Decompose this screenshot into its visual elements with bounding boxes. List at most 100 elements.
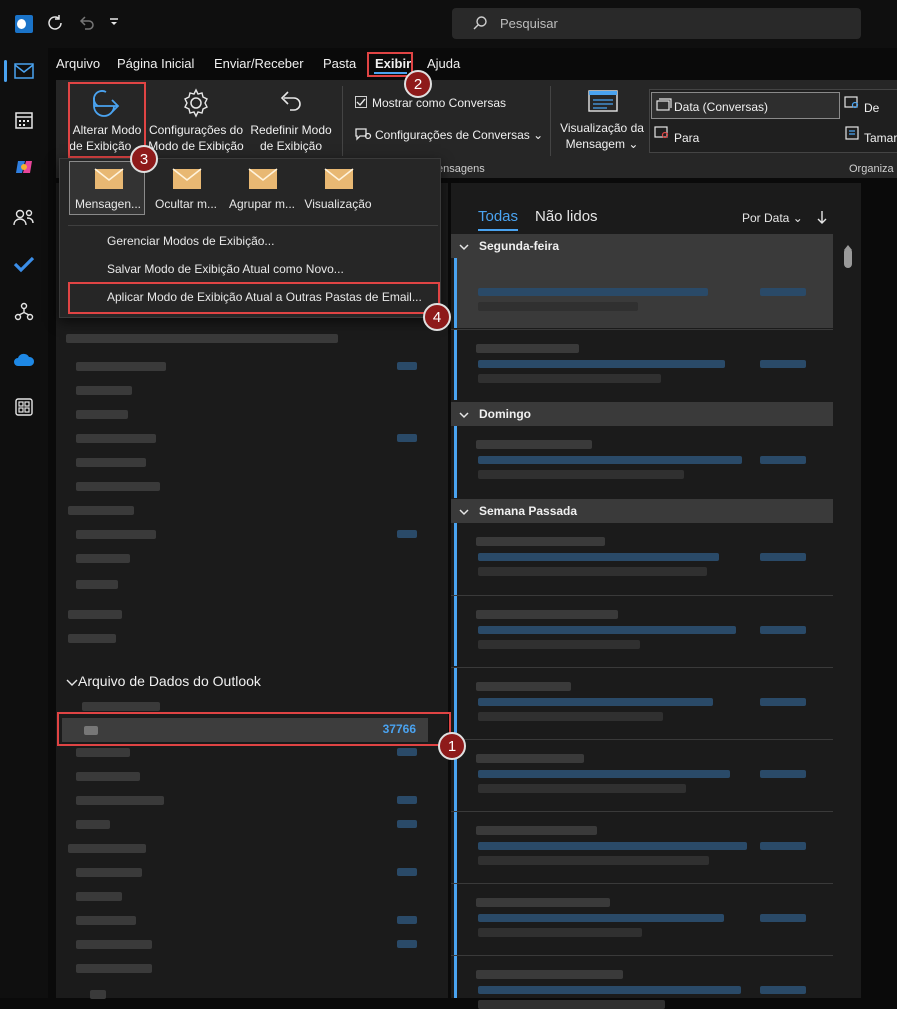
redacted-sender xyxy=(476,272,566,281)
view-option-label[interactable]: Agrupar m... xyxy=(222,197,302,211)
highlight-exibir xyxy=(367,52,413,77)
redacted-preview xyxy=(478,374,661,383)
group-label-sunday: Domingo xyxy=(479,407,531,421)
menu-ajuda[interactable]: Ajuda xyxy=(427,56,460,71)
message-separator xyxy=(451,329,833,330)
redacted-folder-name xyxy=(76,940,152,949)
onedrive-cloud-icon[interactable] xyxy=(12,348,36,372)
sort-by-size-label: Tamar xyxy=(864,131,897,145)
calendar-icon[interactable] xyxy=(12,108,36,132)
sort-by-date-option[interactable]: Data (Conversas) xyxy=(651,92,840,119)
redacted-folder-name xyxy=(76,530,156,539)
unread-indicator xyxy=(454,426,457,498)
sort-by-from-option[interactable]: De xyxy=(843,94,897,118)
save-view-item[interactable]: Salvar Modo de Exibição Atual como Novo.… xyxy=(107,262,344,276)
group-header-monday[interactable]: Segunda-feira xyxy=(451,234,833,258)
unread-indicator xyxy=(454,668,457,740)
redacted-sender xyxy=(476,440,592,449)
scrollbar-thumb[interactable] xyxy=(844,248,852,268)
redacted-subject xyxy=(478,553,719,561)
message-separator xyxy=(451,595,833,596)
ribbon-group-label-arrangement: Organiza xyxy=(849,163,894,175)
redacted-folder-count xyxy=(397,748,417,756)
redacted-sender xyxy=(476,970,623,979)
redacted-folder-name xyxy=(76,362,166,371)
group-header-sunday[interactable]: Domingo xyxy=(451,402,833,426)
redacted-folder-name xyxy=(76,916,136,925)
sort-by-size-option[interactable]: Tamar xyxy=(843,124,897,148)
conversation-settings-icon xyxy=(354,125,372,146)
data-file-label: Arquivo de Dados do Outlook xyxy=(78,673,261,689)
redacted-folder-name xyxy=(76,458,146,467)
manage-views-item[interactable]: Gerenciar Modos de Exibição... xyxy=(107,234,274,248)
sort-by-from-label: De xyxy=(864,101,880,115)
more-apps-icon[interactable] xyxy=(12,395,36,419)
org-explorer-icon[interactable] xyxy=(12,300,36,324)
redacted-preview xyxy=(478,470,684,479)
dropdown-divider xyxy=(68,225,438,226)
redacted-folder-name xyxy=(68,634,116,643)
redacted-folder-count xyxy=(397,362,417,370)
undo-icon[interactable] xyxy=(78,14,96,37)
copilot-icon[interactable] xyxy=(12,155,36,179)
redacted-sender xyxy=(476,754,584,763)
unread-indicator xyxy=(454,596,457,666)
redacted-folder-count xyxy=(397,434,417,442)
sort-by-date-label: Data (Conversas) xyxy=(674,100,769,114)
people-icon[interactable] xyxy=(12,205,36,229)
redacted-preview xyxy=(478,1000,665,1009)
view-option-label[interactable]: Mensagen... xyxy=(68,197,148,211)
view-settings-button[interactable]: Configurações do Modo de Exibição xyxy=(148,82,244,158)
highlight-change-view xyxy=(68,82,146,158)
show-as-conversations-checkbox[interactable] xyxy=(355,96,367,108)
redacted-subject xyxy=(478,288,708,296)
sort-by-to-option[interactable]: Para xyxy=(652,124,752,148)
reset-view-label-1: Redefinir Modo xyxy=(250,123,332,137)
mail-icon[interactable] xyxy=(12,59,36,83)
conversation-settings-button[interactable]: Configurações de Conversas ⌄ xyxy=(375,127,543,143)
size-icon xyxy=(845,126,859,145)
redacted-sender xyxy=(476,344,579,353)
quick-access-dropdown-icon[interactable] xyxy=(108,16,120,34)
view-settings-label-1: Configurações do xyxy=(148,123,244,137)
ribbon-divider xyxy=(550,86,551,156)
sync-icon[interactable] xyxy=(46,14,64,37)
menu-pagina-inicial[interactable]: Página Inicial xyxy=(117,56,194,71)
group-header-last-week[interactable]: Semana Passada xyxy=(451,499,833,523)
message-preview-button[interactable]: Visualização da Mensagem ⌄ xyxy=(558,84,646,158)
sort-by-date-dropdown[interactable]: Por Data ⌄ xyxy=(742,211,803,225)
redacted-date xyxy=(760,288,806,296)
view-settings-label-2: Modo de Exibição xyxy=(148,139,244,153)
todo-check-icon[interactable] xyxy=(12,252,36,276)
tab-all-underline xyxy=(478,229,518,231)
redacted-folder-name xyxy=(76,964,152,973)
redacted-date xyxy=(760,986,806,994)
ribbon-divider xyxy=(342,86,343,156)
search-box[interactable]: Pesquisar xyxy=(452,8,861,39)
reset-view-label-2: de Exibição xyxy=(259,139,323,153)
chevron-down-icon xyxy=(459,409,469,423)
step-badge-2: 2 xyxy=(404,70,432,98)
redacted-date xyxy=(760,770,806,778)
chevron-down-icon xyxy=(459,506,469,520)
tab-all[interactable]: Todas xyxy=(478,208,518,225)
view-option-label[interactable]: Ocultar m... xyxy=(146,197,226,211)
menu-enviar-receber[interactable]: Enviar/Receber xyxy=(214,56,304,71)
redacted-folder-name xyxy=(68,610,122,619)
rail-active-indicator xyxy=(4,60,7,82)
tab-unread[interactable]: Não lidos xyxy=(535,208,598,225)
menu-pasta[interactable]: Pasta xyxy=(323,56,356,71)
outlook-data-file-folder[interactable]: Arquivo de Dados do Outlook xyxy=(64,672,444,692)
redacted-date xyxy=(760,456,806,464)
step-badge-1: 1 xyxy=(438,732,466,760)
unread-indicator xyxy=(454,258,457,328)
redacted-sender xyxy=(476,537,605,546)
menu-arquivo[interactable]: Arquivo xyxy=(56,56,100,71)
redacted-folder-name xyxy=(68,844,146,853)
reset-view-button[interactable]: Redefinir Modo de Exibição xyxy=(248,82,334,158)
contact-card-icon xyxy=(654,126,670,145)
message-separator xyxy=(451,425,833,426)
sort-direction-icon[interactable] xyxy=(816,210,828,229)
search-placeholder: Pesquisar xyxy=(500,16,558,31)
view-option-label[interactable]: Visualização xyxy=(298,197,378,211)
